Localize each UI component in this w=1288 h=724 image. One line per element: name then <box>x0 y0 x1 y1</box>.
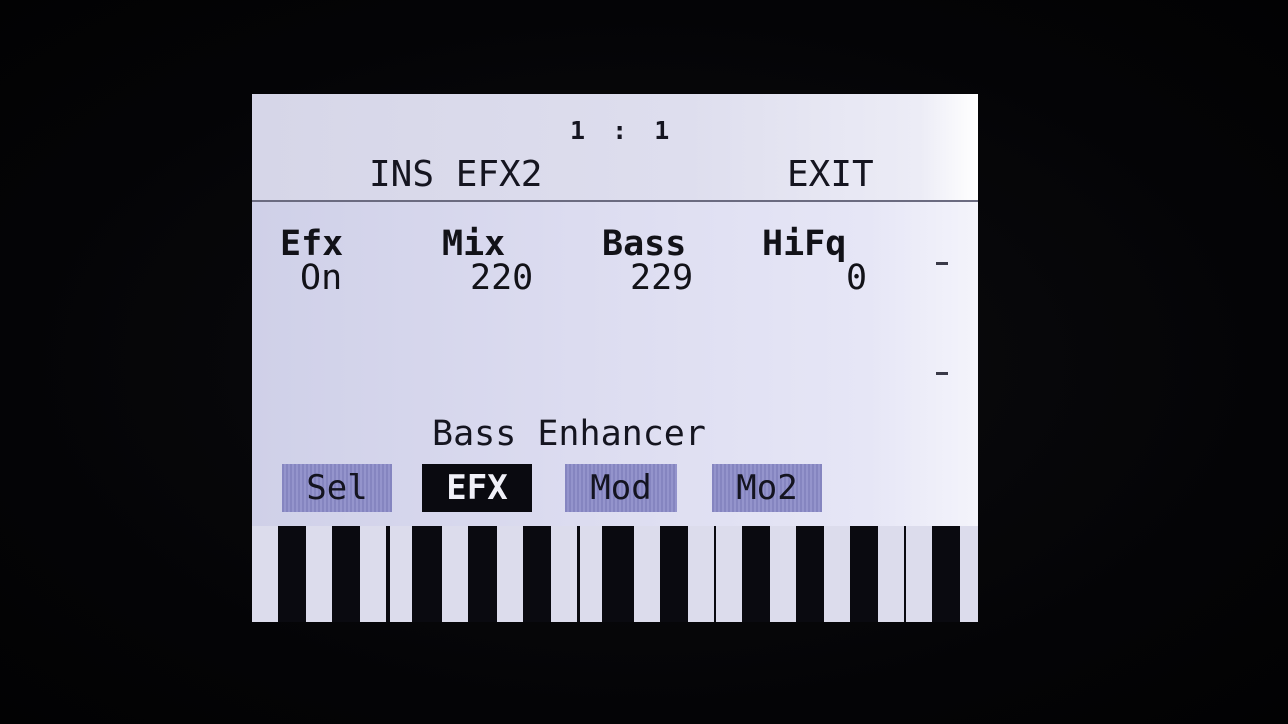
piano-key[interactable] <box>252 526 278 622</box>
piano-key[interactable] <box>716 526 742 622</box>
lcd-screen: 1 : 1 INS EFX2 EXIT Efx On Mix 220 Bass … <box>252 94 978 622</box>
scroll-indicator-top <box>936 262 948 265</box>
piano-key[interactable] <box>824 526 850 622</box>
piano-key[interactable] <box>390 526 412 622</box>
param-value-hifq: 0 <box>846 258 868 298</box>
param-name-hifq: HiFq <box>762 224 847 264</box>
piano-key[interactable] <box>306 526 332 622</box>
piano-keyboard <box>252 526 978 622</box>
tab-mo2[interactable]: Mo2 <box>712 464 822 512</box>
param-value-bass: 229 <box>630 258 694 298</box>
header-bar: 1 : 1 INS EFX2 EXIT <box>252 94 978 202</box>
piano-key[interactable] <box>442 526 468 622</box>
page-title: INS EFX2 <box>369 154 543 195</box>
piano-key[interactable] <box>906 526 932 622</box>
piano-key[interactable] <box>580 526 602 622</box>
song-position: 1 : 1 <box>570 116 676 145</box>
piano-key[interactable] <box>497 526 523 622</box>
scroll-indicator-bottom <box>936 372 948 375</box>
piano-key[interactable] <box>634 526 660 622</box>
piano-key[interactable] <box>360 526 386 622</box>
piano-key[interactable] <box>960 526 978 622</box>
piano-key[interactable] <box>688 526 714 622</box>
piano-key[interactable] <box>551 526 577 622</box>
tab-efx[interactable]: EFX <box>422 464 532 512</box>
exit-button[interactable]: EXIT <box>787 154 874 195</box>
param-value-mix: 220 <box>470 258 534 298</box>
tab-sel[interactable]: Sel <box>282 464 392 512</box>
param-value-efx: On <box>300 258 343 298</box>
effect-type-label: Bass Enhancer <box>432 414 706 454</box>
piano-key[interactable] <box>878 526 904 622</box>
piano-key[interactable] <box>770 526 796 622</box>
tab-mod[interactable]: Mod <box>565 464 677 512</box>
